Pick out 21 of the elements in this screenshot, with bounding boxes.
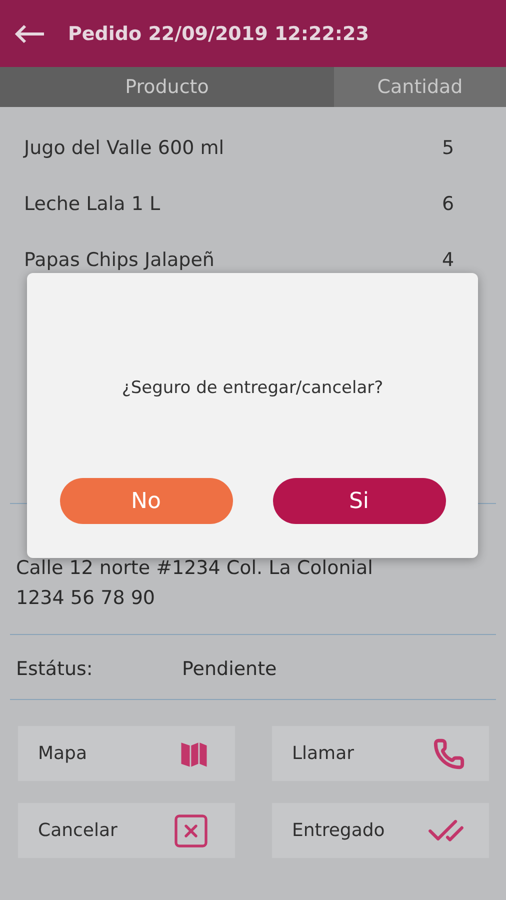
- address-line: 1234 56 78 90: [16, 586, 156, 611]
- action-button[interactable]: Entregado: [272, 803, 489, 858]
- header-title: Pedido 22/09/2019 12:22:23: [68, 22, 369, 44]
- product-cell: Leche Lala 1 L: [24, 193, 160, 215]
- dialog-button[interactable]: Si: [272, 478, 446, 524]
- column-header: Cantidad: [334, 67, 506, 107]
- action-button[interactable]: Llamar: [272, 726, 489, 781]
- status-value: Pendiente: [182, 657, 277, 682]
- dialog-message: ¿Seguro de entregar/cancelar?: [122, 378, 384, 398]
- status-label: Estátus:: [16, 658, 94, 680]
- quantity-cell-text: 6: [442, 193, 456, 215]
- product-cell: Jugo del Valle 600 ml: [24, 137, 224, 159]
- address-line: Calle 12 norte #1234 Col. La Colonial: [16, 556, 374, 581]
- back-arrow-icon[interactable]: [14, 24, 46, 44]
- action-button[interactable]: Mapa: [18, 726, 235, 781]
- column-header: Producto: [0, 67, 334, 107]
- product-cell: Papas Chips Jalapeñ: [24, 249, 214, 271]
- phone-icon: [433, 738, 465, 770]
- quantity-cell-text: 4: [442, 249, 456, 271]
- quantity-cell-text: 5: [442, 137, 456, 159]
- action-button[interactable]: Cancelar: [18, 803, 235, 858]
